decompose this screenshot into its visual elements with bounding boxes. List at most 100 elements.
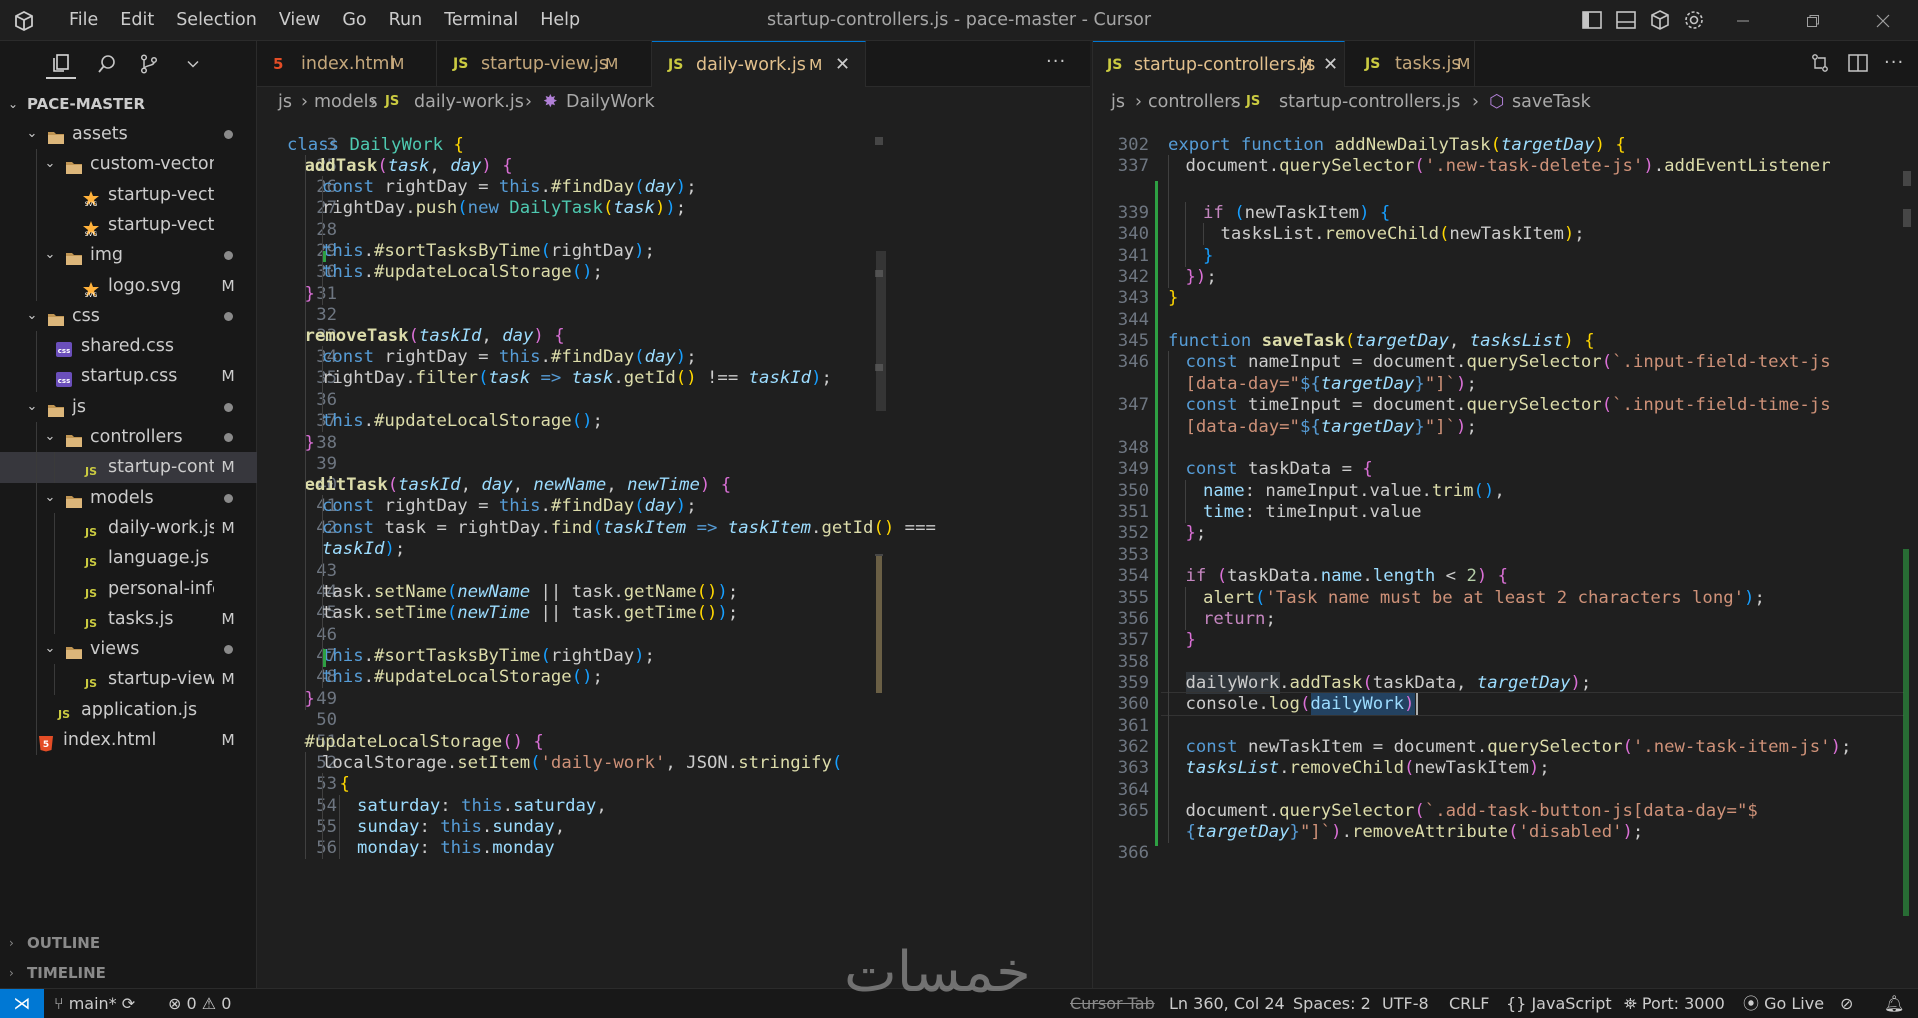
breadcrumb-folder-js[interactable]: js [278, 87, 292, 117]
breadcrumb-file[interactable]: startup-controllers.js [1279, 87, 1460, 117]
breadcrumb-file[interactable]: daily-work.js [414, 87, 524, 117]
line-number: 353 [1117, 545, 1149, 565]
line-number: 36 [316, 390, 337, 410]
indent-guide [54, 664, 55, 695]
git-status-badge: M [221, 731, 235, 749]
indentation[interactable]: Spaces: 2 [1293, 989, 1371, 1018]
breadcrumb-folder-js[interactable]: js [1111, 87, 1125, 117]
menu-run[interactable]: Run [378, 0, 434, 41]
menu-file[interactable]: File [58, 0, 109, 41]
tree-item-views[interactable]: ⌄ views [0, 634, 257, 664]
scrollbar-thumb[interactable] [1903, 549, 1909, 916]
tree-item-application-js[interactable]: JS application.js [0, 695, 257, 725]
tree-item-img[interactable]: ⌄ img [0, 240, 257, 270]
restore-button[interactable] [1778, 0, 1848, 41]
tab-daily-work-js[interactable]: JS daily-work.js M ✕ [652, 41, 866, 87]
remote-indicator-icon[interactable]: ⋊ [0, 989, 44, 1018]
breadcrumb-symbol[interactable]: saveTask [1512, 87, 1591, 117]
settings-gear-icon[interactable] [1682, 8, 1706, 32]
tree-item-js[interactable]: ⌄ js [0, 392, 257, 422]
line-number: 339 [1117, 203, 1149, 223]
open-changes-icon[interactable] [1808, 51, 1832, 75]
search-icon[interactable] [92, 49, 122, 79]
branch-indicator[interactable]: ⑂ main* ⟳ [54, 989, 135, 1018]
line-number: 46 [316, 625, 337, 645]
minimize-button[interactable] [1708, 0, 1778, 41]
tree-item-personal-info-js[interactable]: JSpersonal-info.js [0, 574, 257, 604]
split-editor-icon[interactable] [1846, 51, 1870, 75]
encoding[interactable]: UTF-8 [1382, 989, 1429, 1018]
menu-help[interactable]: Help [529, 0, 591, 41]
close-tab-icon[interactable]: ✕ [835, 42, 850, 88]
breadcrumb-symbol[interactable]: DailyWork [566, 87, 655, 117]
tree-item-shared-css[interactable]: css shared.css [0, 331, 257, 361]
explorer-project-header[interactable]: ⌄ PACE-MASTER [0, 91, 257, 117]
notifications-off-icon[interactable]: ⊘ [1840, 989, 1853, 1018]
line-number: 366 [1117, 843, 1149, 863]
cursor-tab-status[interactable]: Cursor Tab [1070, 989, 1155, 1018]
tab-bar: JS startup-controllers.js M ✕ JS tasks.j… [1093, 41, 1918, 87]
menu-selection[interactable]: Selection [165, 0, 268, 41]
outline-panel-header[interactable]: › OUTLINE [0, 928, 257, 958]
problems-indicator[interactable]: ⊗ 0 ⚠ 0 [168, 989, 231, 1018]
tree-item-tasks-js[interactable]: JS tasks.js M [0, 604, 257, 634]
indent-guide [322, 176, 323, 305]
go-live-button[interactable]: ⦿ Go Live [1743, 989, 1824, 1018]
breadcrumb-folder-models[interactable]: models [314, 87, 378, 117]
tab-startup-view-js[interactable]: JS startup-view.js M [437, 41, 652, 87]
tree-item-models[interactable]: ⌄ models [0, 483, 257, 513]
menu-terminal[interactable]: Terminal [433, 0, 529, 41]
menu-view[interactable]: View [268, 0, 332, 41]
indent-guide [322, 346, 323, 432]
port-indicator[interactable]: ⛯ Port: 3000 [1624, 989, 1725, 1018]
chevron-down-icon[interactable] [178, 49, 208, 79]
line-number: 360 [1117, 694, 1149, 714]
tree-item-logo-svg[interactable]: SVG logo.svg M [0, 271, 257, 301]
code-line: this.#sortTasksByTime(rightDay); [322, 241, 655, 261]
toggle-panel-icon[interactable] [1614, 8, 1638, 32]
tree-item-startup-cont[interactable]: JSstartup-cont...M [0, 452, 257, 483]
tree-item-daily-work-js[interactable]: JS daily-work.js M [0, 513, 257, 543]
menu-edit[interactable]: Edit [109, 0, 165, 41]
menu-go[interactable]: Go [331, 0, 377, 41]
line-endings[interactable]: CRLF [1449, 989, 1489, 1018]
tree-item-assets[interactable]: ⌄ assets [0, 119, 257, 149]
tree-item-startup-vector-2-s[interactable]: SVGstartup-vector-2.s... [0, 210, 257, 240]
overview-ruler-mark [875, 137, 883, 145]
bell-icon[interactable]: 🔔︎ [1884, 989, 1904, 1018]
overview-ruler-mark [1903, 209, 1911, 227]
html5-icon: 5 [273, 55, 284, 73]
close-tab-icon[interactable]: ✕ [1323, 42, 1338, 88]
tab-tasks-js[interactable]: JS tasks.js M [1345, 41, 1475, 87]
tree-item-controllers[interactable]: ⌄ controllers [0, 422, 257, 452]
tree-item-css[interactable]: ⌄ css [0, 301, 257, 331]
explorer-files-icon[interactable] [46, 49, 76, 79]
code-editor-left[interactable]: 3 class DailyWork {25 addTask(task, day) {… [257, 117, 1090, 988]
code-line: sunday: this.sunday, [357, 817, 566, 837]
more-actions-icon[interactable]: ··· [1046, 51, 1066, 72]
tree-item-index-html[interactable]: 5 index.html M [0, 725, 257, 755]
timeline-panel-header[interactable]: › TIMELINE [0, 958, 257, 988]
breadcrumb-folder-controllers[interactable]: controllers [1148, 87, 1241, 117]
svg-text:JS: JS [84, 526, 97, 539]
line-number: 32 [316, 305, 337, 325]
tree-item-startup-vector-1-s[interactable]: SVGstartup-vector-1.s... [0, 180, 257, 210]
tree-item-language-js[interactable]: JS language.js [0, 543, 257, 573]
cursor-position[interactable]: Ln 360, Col 24 [1169, 989, 1285, 1018]
svg-text:SVG: SVG [85, 292, 98, 298]
source-control-icon[interactable] [134, 49, 164, 79]
code-line: [data-day="${targetDay}"]`); [1185, 374, 1477, 394]
cube-icon[interactable] [1648, 8, 1672, 32]
close-window-button[interactable] [1848, 0, 1918, 41]
line-number: 349 [1117, 459, 1149, 479]
scrollbar-thumb[interactable] [876, 251, 886, 411]
more-actions-icon[interactable]: ··· [1884, 51, 1904, 75]
tree-item-custom-vectors[interactable]: ⌄ custom-vectors [0, 149, 257, 179]
tree-item-startup-view-js[interactable]: JSstartup-view.jsM [0, 664, 257, 694]
language-mode[interactable]: {} JavaScript [1506, 989, 1612, 1018]
toggle-primary-sidebar-icon[interactable] [1580, 8, 1604, 32]
code-line: function saveTask(targetDay, tasksList) … [1168, 331, 1595, 351]
code-editor-right[interactable]: 302 export function addNewDailyTask(targe… [1093, 117, 1918, 988]
tree-item-startup-css[interactable]: css startup.css M [0, 361, 257, 391]
tab-index-html[interactable]: 5 index.html M [257, 41, 437, 87]
